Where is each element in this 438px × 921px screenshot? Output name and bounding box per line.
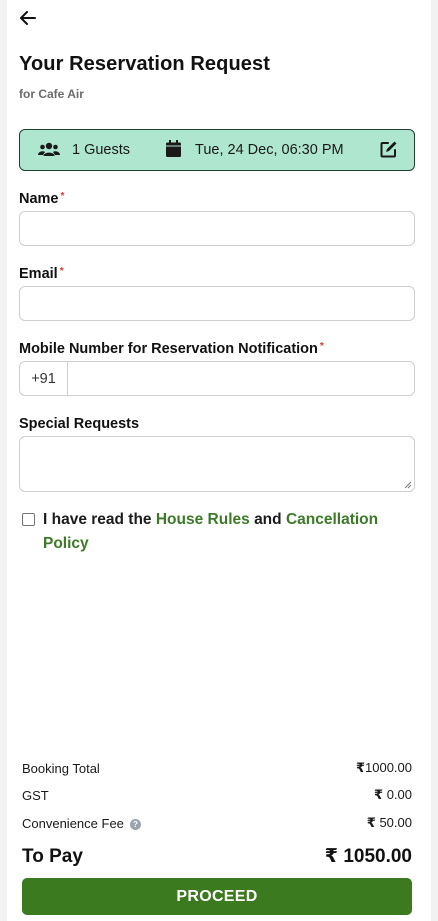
booking-total-amount: ₹1000.00 [355, 760, 412, 775]
special-requests-field[interactable] [19, 436, 415, 492]
house-rules-link[interactable]: House Rules [156, 511, 250, 528]
email-field[interactable] [19, 286, 415, 321]
special-requests-label: Special Requests [19, 416, 140, 432]
proceed-button[interactable]: PROCEED [22, 878, 412, 915]
users-icon [38, 141, 60, 163]
email-label: Email * [19, 266, 64, 282]
page-subtitle: for Cafe Air [19, 87, 84, 101]
to-pay-label: To Pay [22, 845, 83, 867]
consent-checkbox[interactable] [22, 513, 35, 526]
info-icon[interactable]: ? [129, 818, 141, 830]
edit-icon[interactable] [380, 140, 398, 162]
to-pay-amount: ₹ 1050.00 [324, 846, 412, 867]
mobile-label: Mobile Number for Reservation Notificati… [19, 341, 324, 357]
gst-label: GST [22, 787, 49, 803]
booking-total-label: Booking Total [22, 760, 100, 776]
convenience-fee-amount: ₹ 50.00 [366, 815, 412, 830]
booking-total-row: Booking Total ₹1000.00 [22, 760, 412, 776]
name-label: Name * [19, 191, 65, 207]
required-mark: * [59, 266, 64, 277]
consent-text: I have read the House Rules and Cancella… [43, 511, 379, 552]
required-mark: * [60, 191, 65, 202]
calendar-icon [166, 140, 181, 161]
back-button[interactable] [17, 8, 39, 28]
required-mark: * [319, 341, 324, 352]
gst-row: GST ₹ 0.00 [22, 787, 412, 803]
reservation-page: Your Reservation Request for Cafe Air 1 … [7, 0, 431, 921]
mobile-field[interactable] [67, 361, 415, 396]
to-pay-row: To Pay ₹ 1050.00 [22, 845, 412, 868]
reservation-summary: 1 Guests Tue, 24 Dec, 06:30 PM [19, 129, 415, 171]
gst-amount: ₹ 0.00 [374, 787, 412, 802]
guest-count: 1 Guests [72, 142, 131, 158]
convenience-fee-row: Convenience Fee? ₹ 50.00 [22, 815, 412, 831]
resize-handle-icon[interactable] [404, 481, 412, 489]
name-field[interactable] [19, 211, 415, 246]
arrow-left-icon [20, 11, 36, 25]
reservation-datetime: Tue, 24 Dec, 06:30 PM [195, 142, 344, 158]
page-title: Your Reservation Request [19, 53, 270, 75]
country-code-selector[interactable]: +91 [19, 361, 68, 396]
convenience-fee-label: Convenience Fee? [22, 816, 141, 831]
